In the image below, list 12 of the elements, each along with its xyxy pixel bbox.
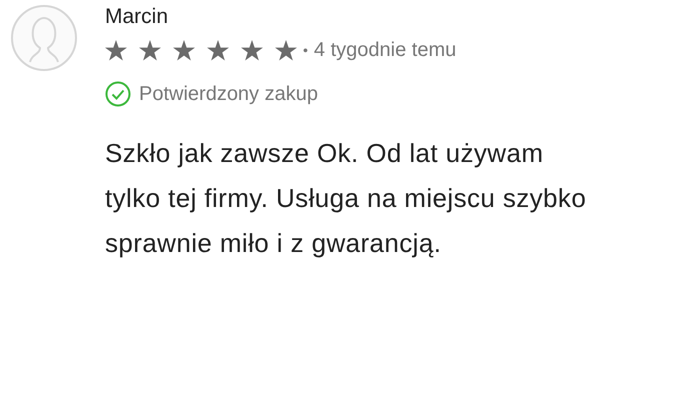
separator: • <box>303 40 308 60</box>
star-icon <box>139 40 161 60</box>
author-name: Marcin <box>105 4 170 30</box>
verified-label: Potwierdzony zakup <box>139 82 318 107</box>
star-icon <box>173 40 195 60</box>
star-icon <box>275 40 297 60</box>
avatar-icon <box>10 4 78 72</box>
star-icon <box>207 40 229 60</box>
star-icon <box>241 40 263 60</box>
review-time: 4 tygodnie temu <box>314 38 456 63</box>
review-text: Szkło jak zawsze Ok. Od lat używam tylko tej firmy. Usługa na miejscu szybko sprawnie miło i z gwarancją. <box>105 137 588 260</box>
star-icon <box>105 40 127 60</box>
